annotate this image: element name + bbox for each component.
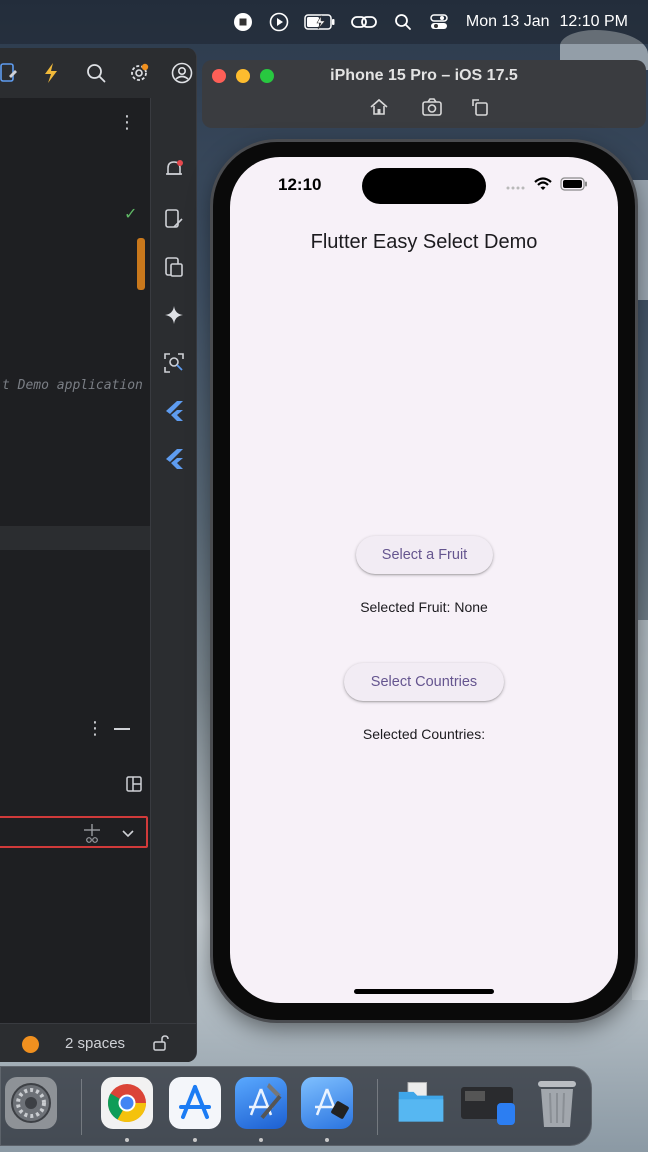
screenshot-icon[interactable]	[421, 96, 443, 118]
more-options-icon[interactable]: ⋮	[86, 718, 104, 739]
dock-separator	[81, 1079, 82, 1135]
device-file-icon[interactable]	[0, 60, 22, 86]
select-countries-button[interactable]: Select Countries	[344, 663, 504, 701]
dock	[0, 1066, 592, 1146]
link-icon[interactable]	[350, 11, 378, 33]
simulator-titlebar: iPhone 15 Pro – iOS 17.5	[202, 60, 646, 128]
record-stop-icon[interactable]	[232, 11, 254, 33]
search-icon[interactable]	[392, 11, 414, 33]
minimize-icon[interactable]	[114, 728, 130, 730]
battery-charging-icon[interactable]	[304, 11, 336, 33]
inspector-icon[interactable]	[161, 350, 187, 376]
folder-app-icon[interactable]	[395, 1077, 447, 1129]
chevron-down-icon[interactable]	[122, 826, 134, 844]
editor-scroll-thumb[interactable]	[137, 238, 145, 290]
iphone-device: 12:10 Flutter Easy Select Demo Select a …	[213, 142, 635, 1020]
simulator-title: iPhone 15 Pro – iOS 17.5	[330, 67, 518, 84]
control-center-icon[interactable]	[428, 11, 450, 33]
tool-window-strip	[150, 98, 196, 1062]
selected-fruit-text: Selected Fruit: None	[360, 599, 488, 615]
settings-gear-icon[interactable]	[126, 60, 152, 86]
running-indicator	[193, 1138, 197, 1142]
play-icon[interactable]	[268, 11, 290, 33]
flutter-icon[interactable]	[161, 398, 187, 424]
running-devices-icon[interactable]	[161, 254, 187, 280]
menubar-date[interactable]: Mon 13 Jan	[466, 13, 550, 31]
simulator-window-thumbnail-icon[interactable]	[459, 1077, 519, 1129]
code-comment: t Demo application	[2, 378, 143, 393]
rotate-icon[interactable]	[469, 96, 491, 118]
indent-setting[interactable]: 2 spaces	[65, 1035, 125, 1052]
ide-status-bar: 2 spaces	[0, 1023, 196, 1062]
home-icon[interactable]	[368, 96, 390, 118]
app-screen: 12:10 Flutter Easy Select Demo Select a …	[230, 157, 618, 1003]
tool-panel-header: ⋮	[0, 710, 150, 750]
home-indicator[interactable]	[354, 989, 494, 994]
menubar-clock[interactable]: 12:10 PM	[560, 13, 628, 31]
search-icon[interactable]	[83, 60, 109, 86]
running-indicator	[325, 1138, 329, 1142]
battery-icon	[560, 177, 588, 196]
cellular-signal-icon	[506, 178, 526, 196]
app-bar-title: Flutter Easy Select Demo	[310, 231, 538, 253]
more-options-icon[interactable]: ⋮	[118, 112, 136, 133]
chrome-app-icon[interactable]	[101, 1077, 153, 1129]
device-manager-icon[interactable]	[161, 206, 187, 232]
ide-window: ⋮ ✓ t Demo application ⋮ 2 spaces	[0, 48, 197, 1062]
add-icon[interactable]	[82, 822, 102, 849]
layout-toggle-icon[interactable]	[126, 776, 142, 797]
status-dot[interactable]	[22, 1036, 39, 1053]
dynamic-island	[362, 168, 486, 204]
system-settings-app-icon[interactable]	[5, 1077, 57, 1129]
ai-sparkle-icon[interactable]	[161, 302, 187, 328]
flutter-icon[interactable]	[161, 446, 187, 472]
wifi-icon	[534, 177, 552, 196]
editor-separator	[0, 526, 150, 550]
ide-toolbar	[0, 48, 196, 98]
selected-countries-text: Selected Countries:	[362, 726, 486, 742]
menu-bar: Mon 13 Jan 12:10 PM	[0, 0, 648, 44]
account-icon[interactable]	[169, 60, 195, 86]
hot-reload-icon[interactable]	[38, 60, 64, 86]
xcode-beta-app-icon[interactable]	[301, 1077, 353, 1129]
status-bar-indicators	[506, 177, 588, 196]
code-editor[interactable]: ⋮ ✓ t Demo application	[0, 98, 150, 568]
no-problems-check-icon: ✓	[124, 206, 138, 223]
trash-icon[interactable]	[531, 1077, 583, 1129]
notifications-icon[interactable]	[161, 156, 187, 182]
select-fruit-button[interactable]: Select a Fruit	[356, 536, 493, 574]
unlock-icon[interactable]	[152, 1034, 170, 1056]
device-selector-field[interactable]	[0, 816, 148, 848]
running-indicator	[259, 1138, 263, 1142]
dock-separator	[377, 1079, 378, 1135]
status-bar-time: 12:10	[278, 175, 322, 194]
app-store-app-icon[interactable]	[169, 1077, 221, 1129]
xcode-app-icon[interactable]	[235, 1077, 287, 1129]
running-indicator	[125, 1138, 129, 1142]
